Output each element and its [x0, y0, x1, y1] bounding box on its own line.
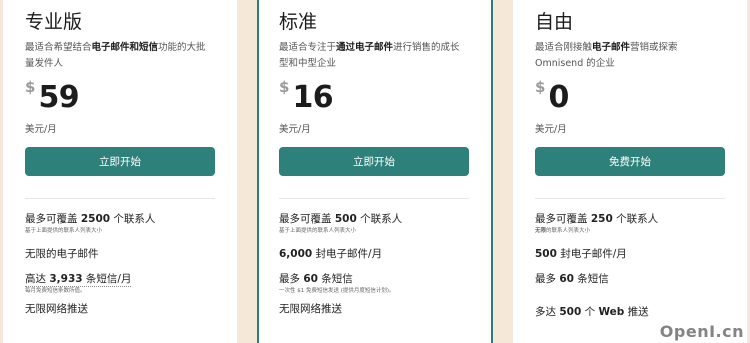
currency-symbol: $: [535, 78, 546, 96]
price-period: 美元/月: [25, 124, 57, 135]
plan-card-standard: 标准 最适合专注于通过电子邮件进行销售的成长型和中型企业 $ 16 美元/月 立…: [257, 0, 493, 343]
feature-list: 最多可覆盖 2500 个联系人 基于上面提供的联系人列表大小 无限的电子邮件 高…: [25, 212, 215, 316]
feature-contacts: 最多可覆盖 250 个联系人: [535, 213, 659, 225]
feature-web-push: 多达 500 个 Web 推送: [535, 306, 649, 318]
start-now-button[interactable]: 立即开始: [279, 147, 469, 176]
plan-description: 最适合刚接触电子邮件营销或探索 Omnisend 的企业: [535, 42, 678, 69]
price-row: $ 16: [279, 78, 469, 116]
site-watermark: OpenI.cn: [659, 322, 744, 341]
plan-name: 专业版: [25, 11, 83, 33]
price-row: $ 59: [25, 78, 215, 116]
start-now-button[interactable]: 立即开始: [25, 147, 215, 176]
free-start-button[interactable]: 免费开始: [535, 147, 725, 176]
plan-name: 自由: [535, 11, 574, 33]
feature-contacts: 最多可覆盖 2500 个联系人: [25, 213, 156, 225]
feature-contacts-note: 无限的联系人列表大小: [535, 228, 591, 234]
feature-list: 最多可覆盖 500 个联系人 基于上面提供的联系人列表大小 6,000 封电子邮…: [279, 212, 469, 316]
feature-contacts-note: 基于上面提供的联系人列表大小: [279, 228, 357, 234]
feature-web-push: 无限网络推送: [25, 303, 88, 315]
feature-emails: 6,000 封电子邮件/月: [279, 248, 383, 260]
feature-web-push: 无限网络推送: [279, 303, 342, 315]
divider: [279, 198, 469, 199]
price-amount: 16: [292, 80, 334, 115]
plan-name: 标准: [279, 11, 318, 33]
plan-description: 最适合希望结合电子邮件和短信功能的大批量发件人: [25, 42, 206, 69]
divider: [535, 198, 725, 199]
price-period: 美元/月: [535, 124, 567, 135]
price-amount: 0: [548, 80, 569, 115]
feature-sms: 最多 60 条短信: [535, 273, 609, 285]
feature-sms-note: 每月免费短信条数所值。: [25, 288, 86, 294]
feature-emails: 无限的电子邮件: [25, 248, 99, 260]
plan-card-free: 自由 最适合刚接触电子邮件营销或探索 Omnisend 的企业 $ 0 美元/月…: [513, 0, 747, 343]
feature-sms[interactable]: 高达 3,933 条短信/月: [25, 272, 215, 287]
feature-sms: 最多 60 条短信: [279, 273, 353, 285]
feature-list: 最多可覆盖 250 个联系人 无限的联系人列表大小 500 封电子邮件/月 最多…: [535, 212, 725, 319]
plan-description: 最适合专注于通过电子邮件进行销售的成长型和中型企业: [279, 42, 460, 69]
feature-sms-note: 一次性 $1 免费短信发送 (提供月度短信计划)。: [279, 288, 395, 294]
divider: [25, 198, 215, 199]
currency-symbol: $: [25, 78, 36, 96]
feature-emails: 500 封电子邮件/月: [535, 248, 627, 260]
price-period: 美元/月: [279, 124, 311, 135]
currency-symbol: $: [279, 78, 290, 96]
plan-card-pro: 专业版 最适合希望结合电子邮件和短信功能的大批量发件人 $ 59 美元/月 立即…: [3, 0, 237, 343]
feature-contacts: 最多可覆盖 500 个联系人: [279, 213, 403, 225]
price-amount: 59: [38, 80, 80, 115]
feature-contacts-note: 基于上面提供的联系人列表大小: [25, 228, 103, 234]
price-row: $ 0: [535, 78, 725, 116]
